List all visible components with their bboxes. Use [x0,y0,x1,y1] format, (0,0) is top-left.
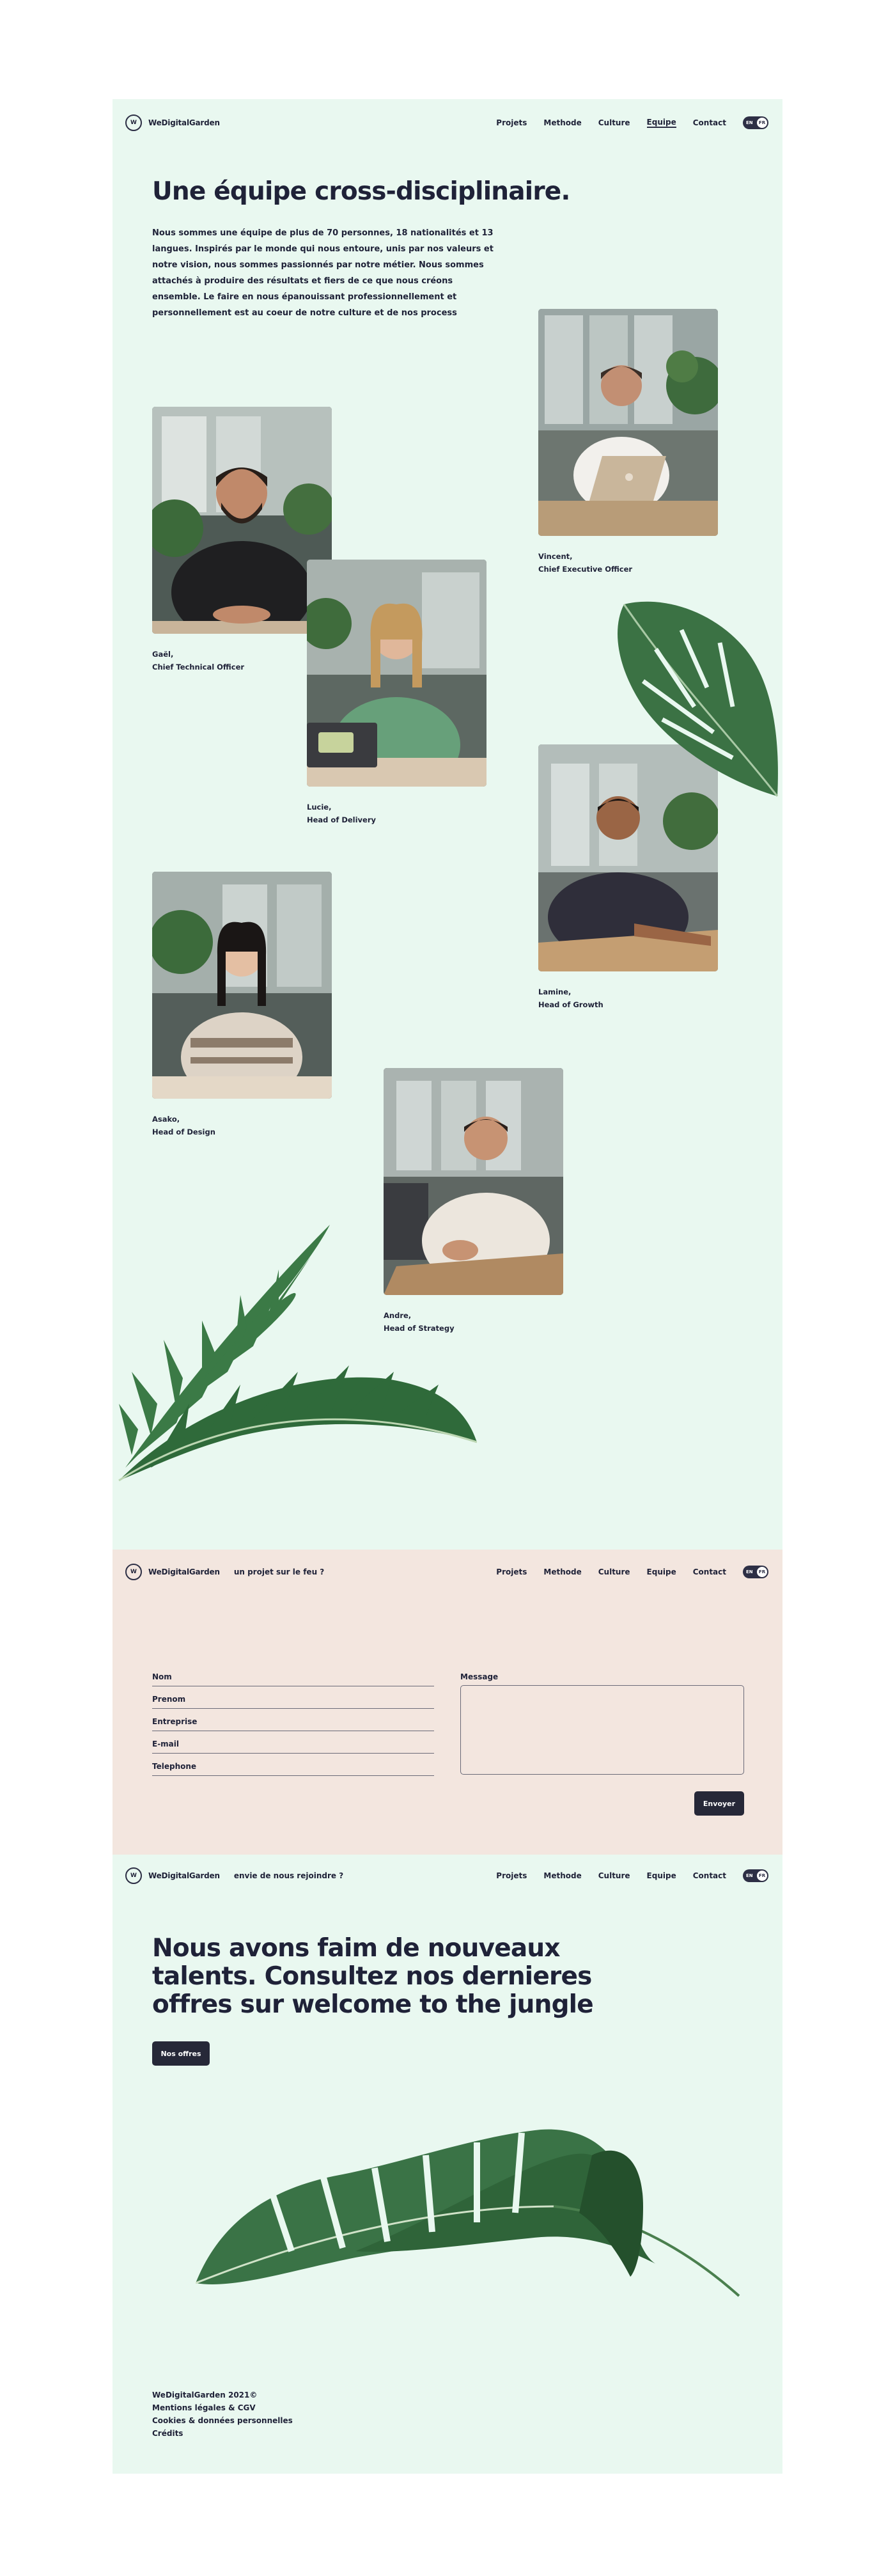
nav-link-contact[interactable]: Contact [693,118,726,127]
careers-tagline: envie de nous rejoindre ? [233,1871,344,1880]
careers-section: W WeDigitalGarden envie de nous rejoindr… [113,1855,782,2474]
nav-link-methode[interactable]: Methode [543,118,581,127]
footer-legal-link[interactable]: Mentions légales & CGV [152,2401,293,2414]
message-label: Message [460,1672,499,1681]
nav-link-equipe[interactable]: Equipe [646,118,676,128]
lang-en: EN [746,1873,753,1878]
language-toggle[interactable]: EN FR [743,116,768,129]
careers-title: Nous avons faim de nouveaux talents. Con… [152,1934,594,2019]
member-role: Chief Executive Officer [538,565,633,574]
top-nav: W WeDigitalGarden Projets Methode Cultur… [125,113,768,132]
nav-link-methode[interactable]: Methode [543,1871,581,1880]
member-name: Asako, [152,1115,180,1124]
language-toggle[interactable]: EN FR [743,1869,768,1882]
nav-link-projets[interactable]: Projets [496,118,527,127]
nav-link-culture[interactable]: Culture [598,118,630,127]
member-photo [152,407,332,634]
banana-leaf-image [196,2129,740,2297]
page-title: Une équipe cross-disciplinaire. [152,177,570,206]
nav-link-culture[interactable]: Culture [598,1871,630,1880]
member-card-asako: Asako, Head of Design [152,872,332,1138]
contact-nav: W WeDigitalGarden un projet sur le feu ?… [125,1562,768,1582]
contact-tagline: un projet sur le feu ? [233,1567,325,1576]
team-section: W WeDigitalGarden Projets Methode Cultur… [113,99,782,1550]
member-role: Chief Technical Officer [152,663,245,671]
member-name: Lucie, [307,803,332,812]
footer-copyright: WeDigitalGarden 2021© [152,2391,258,2399]
submit-button[interactable]: Envoyer [694,1791,744,1816]
language-toggle[interactable]: EN FR [743,1566,768,1578]
prenom-input[interactable] [152,1708,434,1709]
telephone-input[interactable] [152,1775,434,1776]
logo-icon[interactable]: W [125,1867,142,1884]
footer-credits-link[interactable]: Crédits [152,2427,293,2440]
brand-name[interactable]: WeDigitalGarden [148,1871,220,1880]
field-label-telephone: Telephone [152,1762,197,1771]
member-photo [307,560,486,787]
member-photo [152,872,332,1099]
footer: WeDigitalGarden 2021© Mentions légales &… [152,2389,293,2440]
member-role: Head of Delivery [307,815,377,824]
careers-nav: W WeDigitalGarden envie de nous rejoindr… [125,1866,768,1885]
nav-link-equipe[interactable]: Equipe [647,1871,676,1880]
field-label-prenom: Prenom [152,1695,186,1704]
member-card-vincent: Vincent, Chief Executive Officer [538,309,718,576]
nav-link-equipe[interactable]: Equipe [647,1567,676,1576]
email-input[interactable] [152,1753,434,1754]
member-card-gael: Gaël, Chief Technical Officer [152,407,332,673]
member-card-lucie: Lucie, Head of Delivery [307,560,486,826]
lang-en: EN [746,120,753,125]
monstera-leaf-image [618,601,779,797]
brand-name[interactable]: WeDigitalGarden [148,118,220,127]
nav-link-projets[interactable]: Projets [496,1567,527,1576]
footer-cookies-link[interactable]: Cookies & données personnelles [152,2414,293,2427]
lang-fr: FR [757,1567,767,1577]
field-label-email: E-mail [152,1740,180,1748]
nav-link-projets[interactable]: Projets [496,1871,527,1880]
member-name: Gaël, [152,650,174,659]
member-name: Lamine, [538,987,572,996]
nav-link-methode[interactable]: Methode [543,1567,581,1576]
lang-fr: FR [757,1871,767,1881]
field-label-nom: Nom [152,1672,172,1681]
member-name: Vincent, [538,552,573,561]
palm-leaf-image [118,1225,477,1482]
member-role: Head of Design [152,1127,215,1136]
logo-icon[interactable]: W [125,1564,142,1580]
logo-icon[interactable]: W [125,114,142,131]
brand-name[interactable]: WeDigitalGarden [148,1567,220,1576]
offers-button[interactable]: Nos offres [152,2041,210,2066]
nav-link-contact[interactable]: Contact [693,1871,726,1880]
nav-link-contact[interactable]: Contact [693,1567,726,1576]
lang-en: EN [746,1569,753,1575]
contact-section: W WeDigitalGarden un projet sur le feu ?… [113,1550,782,1855]
team-intro: Nous sommes une équipe de plus de 70 per… [152,228,494,318]
member-role: Head of Growth [538,1000,603,1009]
lang-fr: FR [757,118,767,128]
message-textarea[interactable] [460,1685,744,1775]
member-photo [538,309,718,536]
field-label-entreprise: Entreprise [152,1717,198,1726]
nav-link-culture[interactable]: Culture [598,1567,630,1576]
